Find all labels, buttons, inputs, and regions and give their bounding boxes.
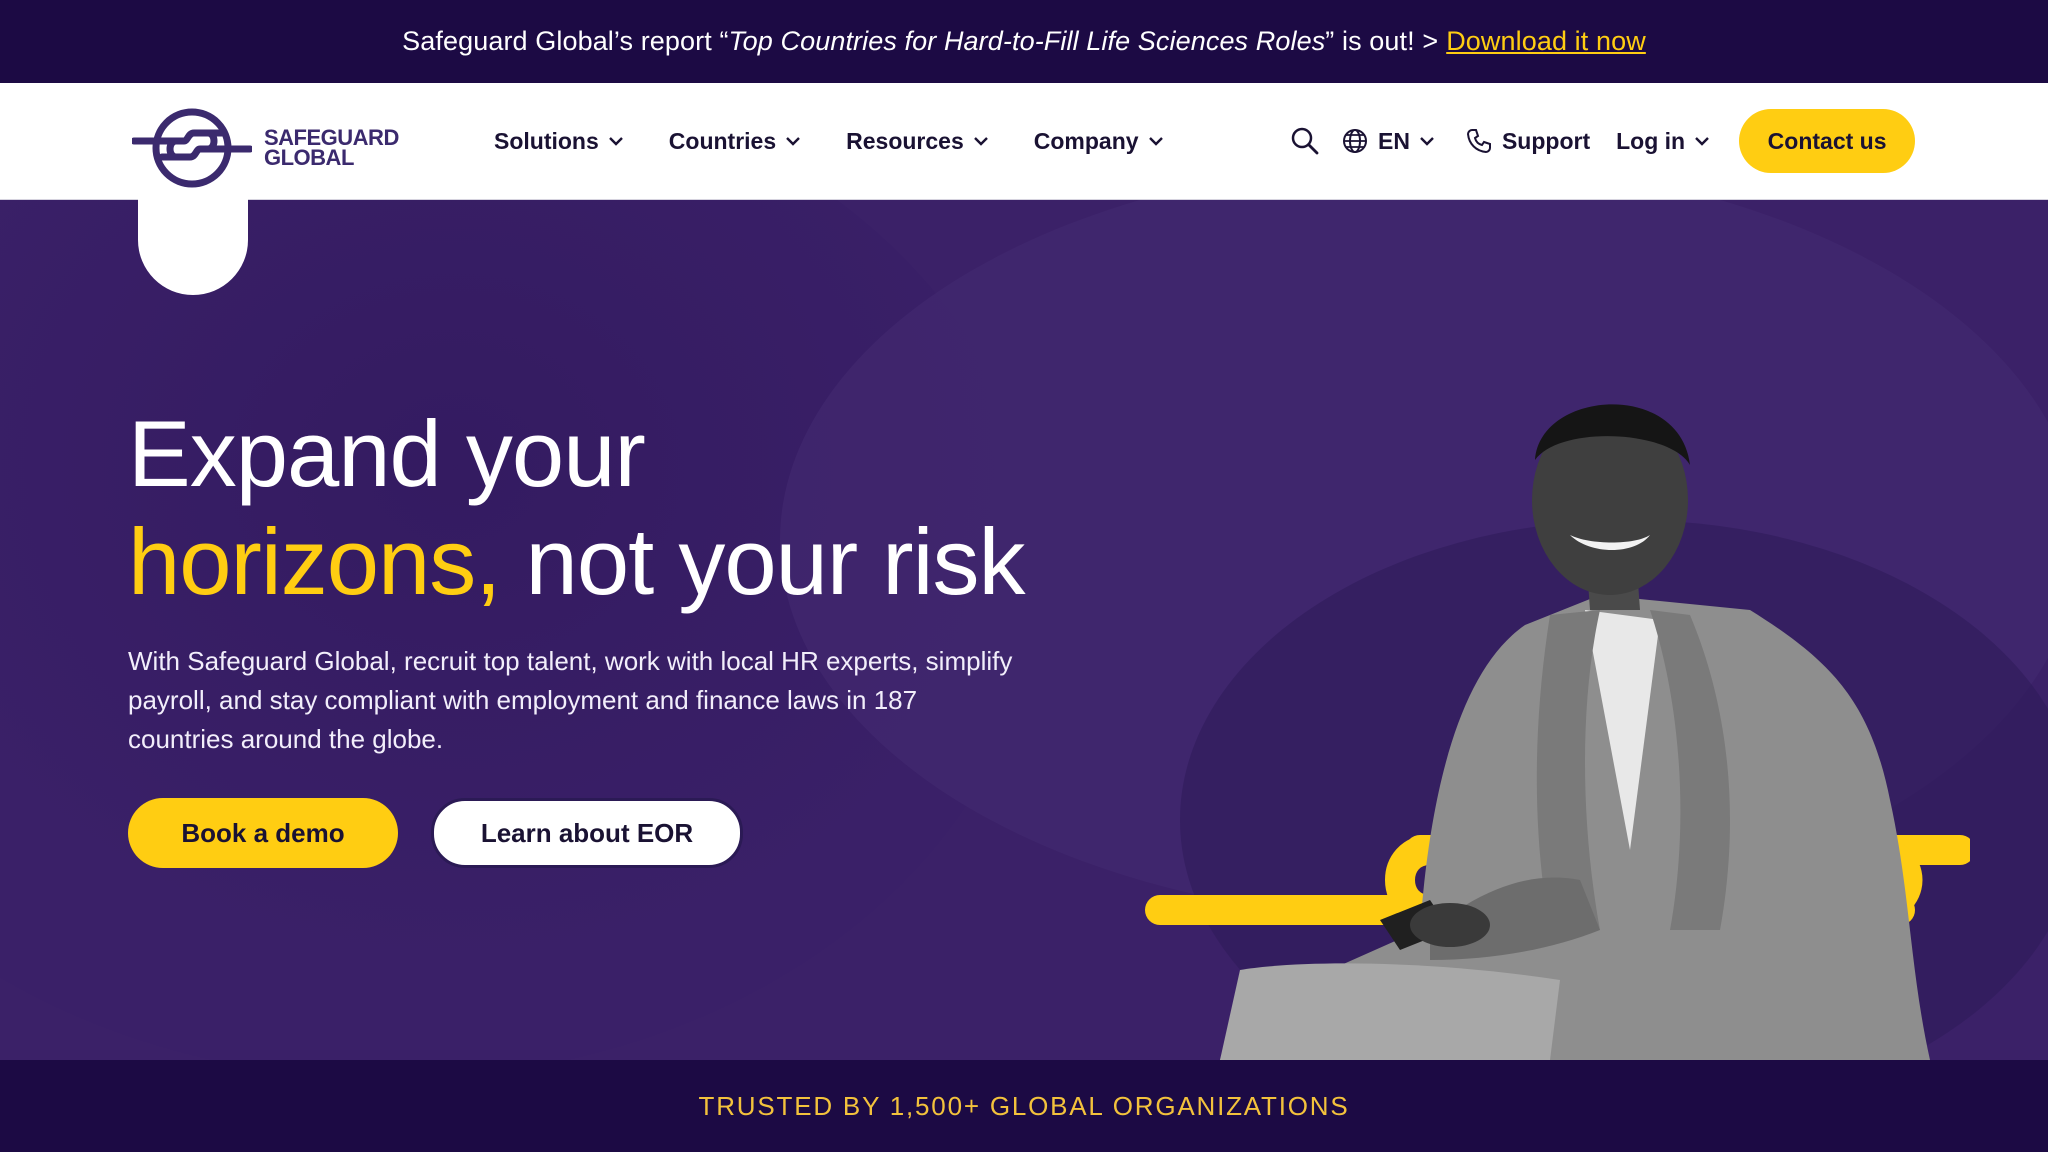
trust-banner: TRUSTED BY 1,500+ GLOBAL ORGANIZATIONS bbox=[0, 1060, 2048, 1152]
chevron-down-icon bbox=[786, 136, 800, 146]
menu-label: Resources bbox=[846, 127, 964, 154]
chevron-down-icon bbox=[1420, 136, 1434, 146]
chevron-down-icon bbox=[1148, 136, 1163, 146]
menu-solutions[interactable]: Solutions bbox=[494, 128, 623, 155]
headline-line-1: Expand your bbox=[128, 401, 646, 506]
menu-resources[interactable]: Resources bbox=[846, 128, 988, 155]
hero-cta-row: Book a demo Learn about EOR bbox=[128, 798, 743, 868]
headline-rest: not your risk bbox=[500, 509, 1026, 614]
main-menu: Solutions Countries Resources Company bbox=[494, 83, 1163, 199]
promo-prefix: Safeguard Global’s report “ bbox=[402, 26, 729, 56]
chevron-down-icon bbox=[1695, 136, 1709, 146]
promo-suffix: ” is out! > bbox=[1325, 26, 1439, 56]
hero-subtext: With Safeguard Global, recruit top talen… bbox=[128, 646, 1013, 754]
book-demo-button[interactable]: Book a demo bbox=[128, 798, 398, 868]
trust-label: TRUSTED BY 1,500+ GLOBAL ORGANIZATIONS bbox=[698, 1090, 1350, 1121]
chevron-down-icon bbox=[973, 136, 988, 146]
menu-label: Company bbox=[1033, 127, 1139, 154]
headline-accent: horizons, bbox=[128, 509, 501, 614]
support-link[interactable]: Support bbox=[1466, 128, 1590, 155]
globe-icon bbox=[1343, 129, 1367, 153]
login-menu[interactable]: Log in bbox=[1616, 128, 1709, 155]
login-label: Log in bbox=[1616, 127, 1686, 154]
top-navigation: SAFEGUARD GLOBAL Solutions Countries Res… bbox=[0, 83, 2048, 295]
hero-person-image bbox=[1145, 404, 1970, 1060]
language-label: EN bbox=[1378, 127, 1410, 154]
logo-line-2: GLOBAL bbox=[264, 145, 354, 170]
support-label: Support bbox=[1501, 127, 1591, 154]
promo-report-title: Top Countries for Hard-to-Fill Life Scie… bbox=[728, 26, 1326, 56]
language-selector[interactable]: EN bbox=[1342, 128, 1434, 155]
menu-countries[interactable]: Countries bbox=[669, 128, 800, 155]
safeguard-logo-icon bbox=[132, 108, 252, 188]
learn-eor-button[interactable]: Learn about EOR bbox=[431, 798, 743, 868]
hero-section: Expand your horizons, not your risk With… bbox=[0, 200, 2048, 1060]
promo-download-link[interactable]: Download it now bbox=[1446, 26, 1646, 57]
nav-tools: EN Support Log in Contact us bbox=[1290, 83, 1916, 199]
promo-banner: Safeguard Global’s report “Top Countries… bbox=[0, 0, 2048, 83]
phone-icon bbox=[1466, 129, 1491, 154]
search-icon[interactable] bbox=[1290, 126, 1320, 156]
logo-wordmark: SAFEGUARD GLOBAL bbox=[264, 127, 399, 170]
logo[interactable]: SAFEGUARD GLOBAL bbox=[132, 103, 399, 193]
chevron-down-icon bbox=[608, 136, 623, 146]
menu-label: Countries bbox=[668, 127, 777, 154]
menu-company[interactable]: Company bbox=[1034, 128, 1163, 155]
hero-headline: Expand your horizons, not your risk bbox=[128, 400, 1026, 616]
contact-us-button[interactable]: Contact us bbox=[1739, 109, 1916, 173]
menu-label: Solutions bbox=[494, 127, 599, 154]
